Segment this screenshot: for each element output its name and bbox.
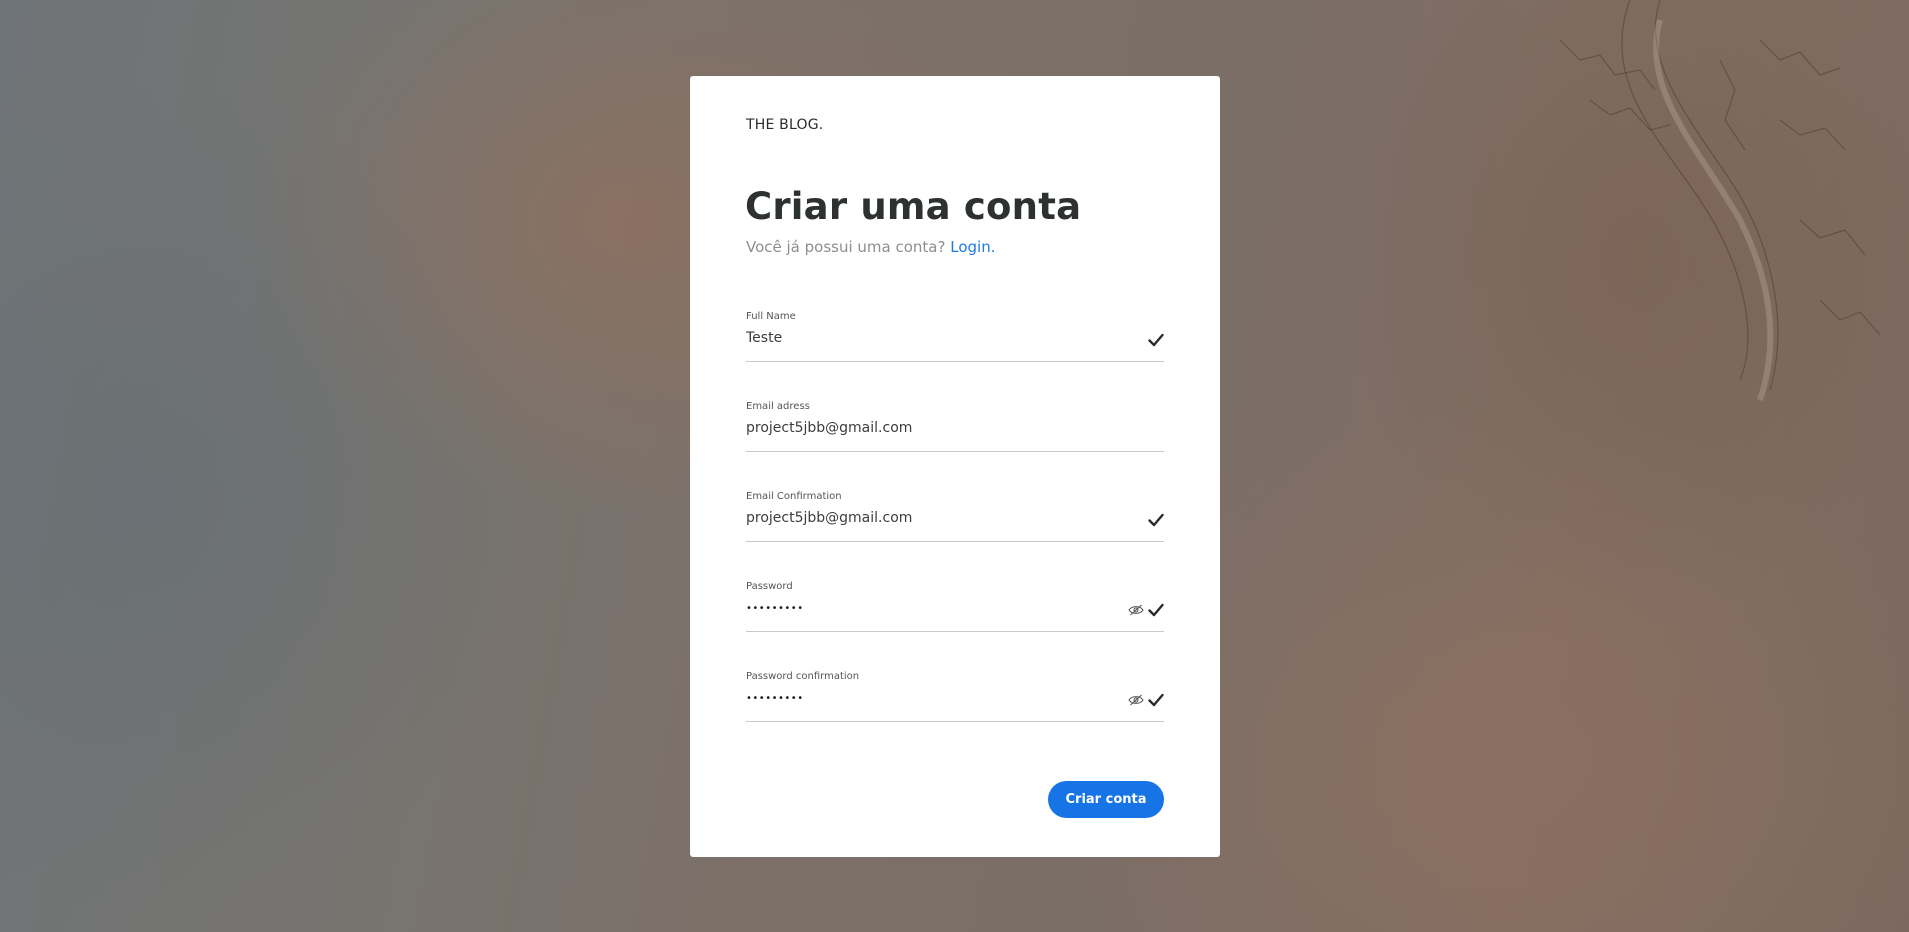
email-field: Email adress bbox=[746, 401, 1164, 452]
full-name-input[interactable] bbox=[746, 327, 1116, 349]
email-confirmation-input[interactable] bbox=[746, 507, 1116, 529]
password-field: Password bbox=[746, 581, 1164, 632]
check-icon bbox=[1148, 693, 1164, 707]
email-input[interactable] bbox=[746, 417, 1116, 439]
login-prompt-text: Você já possui uma conta? bbox=[746, 238, 946, 256]
email-confirmation-label: Email Confirmation bbox=[746, 491, 842, 502]
email-confirmation-field: Email Confirmation bbox=[746, 491, 1164, 542]
login-prompt: Você já possui uma conta? Login. bbox=[746, 238, 995, 256]
full-name-label: Full Name bbox=[746, 311, 796, 322]
full-name-field: Full Name bbox=[746, 311, 1164, 362]
page-title: Criar uma conta bbox=[745, 185, 1082, 228]
signup-card: THE BLOG. Criar uma conta Você já possui… bbox=[690, 76, 1220, 857]
eye-slash-icon[interactable] bbox=[1128, 694, 1144, 706]
login-link[interactable]: Login. bbox=[950, 238, 995, 256]
password-label: Password bbox=[746, 581, 793, 592]
password-confirmation-field: Password confirmation bbox=[746, 671, 1164, 722]
password-confirmation-input[interactable] bbox=[746, 687, 1116, 709]
check-icon bbox=[1148, 513, 1164, 527]
create-account-button[interactable]: Criar conta bbox=[1048, 781, 1164, 818]
password-confirmation-label: Password confirmation bbox=[746, 671, 860, 682]
eye-slash-icon[interactable] bbox=[1128, 604, 1144, 616]
check-icon bbox=[1148, 333, 1164, 347]
password-input[interactable] bbox=[746, 597, 1116, 619]
brand-logo: THE BLOG. bbox=[746, 117, 824, 133]
check-icon bbox=[1148, 603, 1164, 617]
email-label: Email adress bbox=[746, 401, 810, 412]
